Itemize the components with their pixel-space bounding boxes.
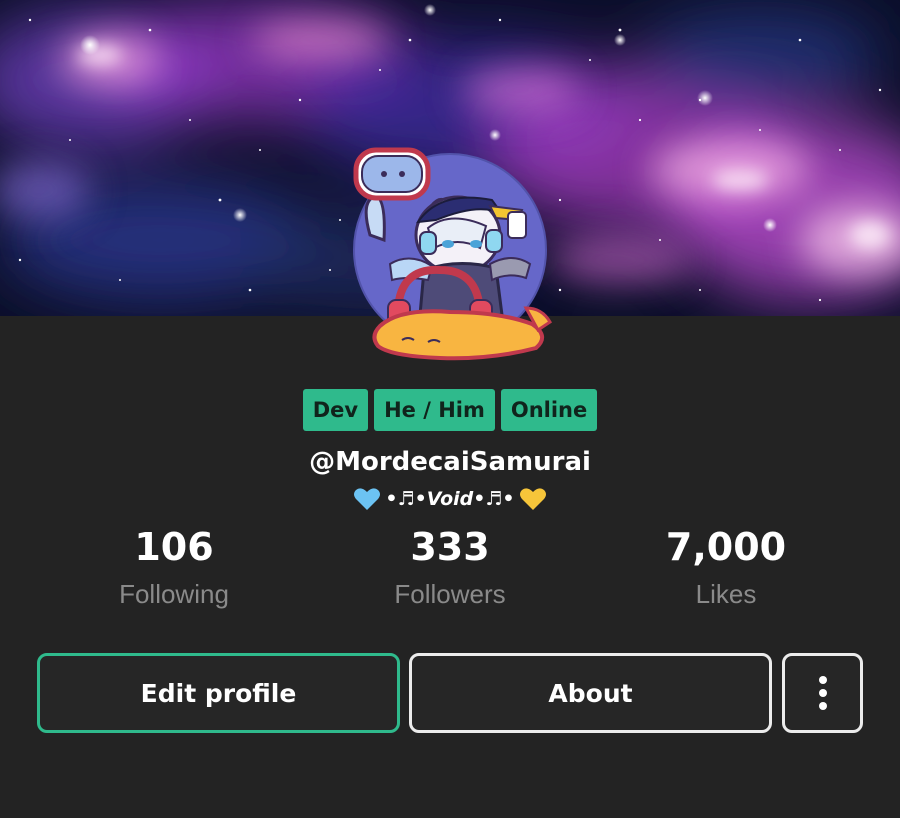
bio-text: •♬•Void•♬• [385, 488, 515, 510]
tag-online-status: Online [500, 389, 598, 431]
stat-followers[interactable]: 333 Followers [300, 524, 600, 618]
followers-label: Followers [394, 579, 506, 609]
likes-count: 7,000 [665, 525, 787, 569]
profile-page: Dev He / Him Online @MordecaiSamurai •♬•… [0, 0, 900, 818]
edit-profile-button[interactable]: Edit profile [37, 653, 400, 733]
stat-likes[interactable]: 7,000 Likes [576, 524, 876, 618]
following-label: Following [119, 579, 229, 609]
stat-following[interactable]: 106 Following [24, 524, 324, 618]
following-count: 106 [134, 525, 214, 569]
tag-pronouns: He / Him [374, 389, 495, 431]
more-options-button[interactable] [782, 653, 863, 733]
avatar-image [353, 147, 552, 361]
profile-tags: Dev He / Him Online [0, 389, 900, 431]
username: @MordecaiSamurai [309, 447, 591, 477]
yellow-heart-icon [519, 488, 546, 510]
more-vertical-icon [818, 676, 827, 684]
followers-count: 333 [410, 525, 490, 569]
profile-avatar[interactable] [340, 140, 560, 361]
blue-heart-icon [354, 488, 381, 510]
about-button[interactable]: About [409, 653, 772, 733]
likes-label: Likes [695, 579, 757, 609]
tag-dev: Dev [302, 389, 369, 431]
more-vertical-icon-dot [818, 689, 827, 697]
more-vertical-icon-dot [818, 702, 827, 710]
profile-bio: •♬•Void•♬• [0, 482, 900, 516]
